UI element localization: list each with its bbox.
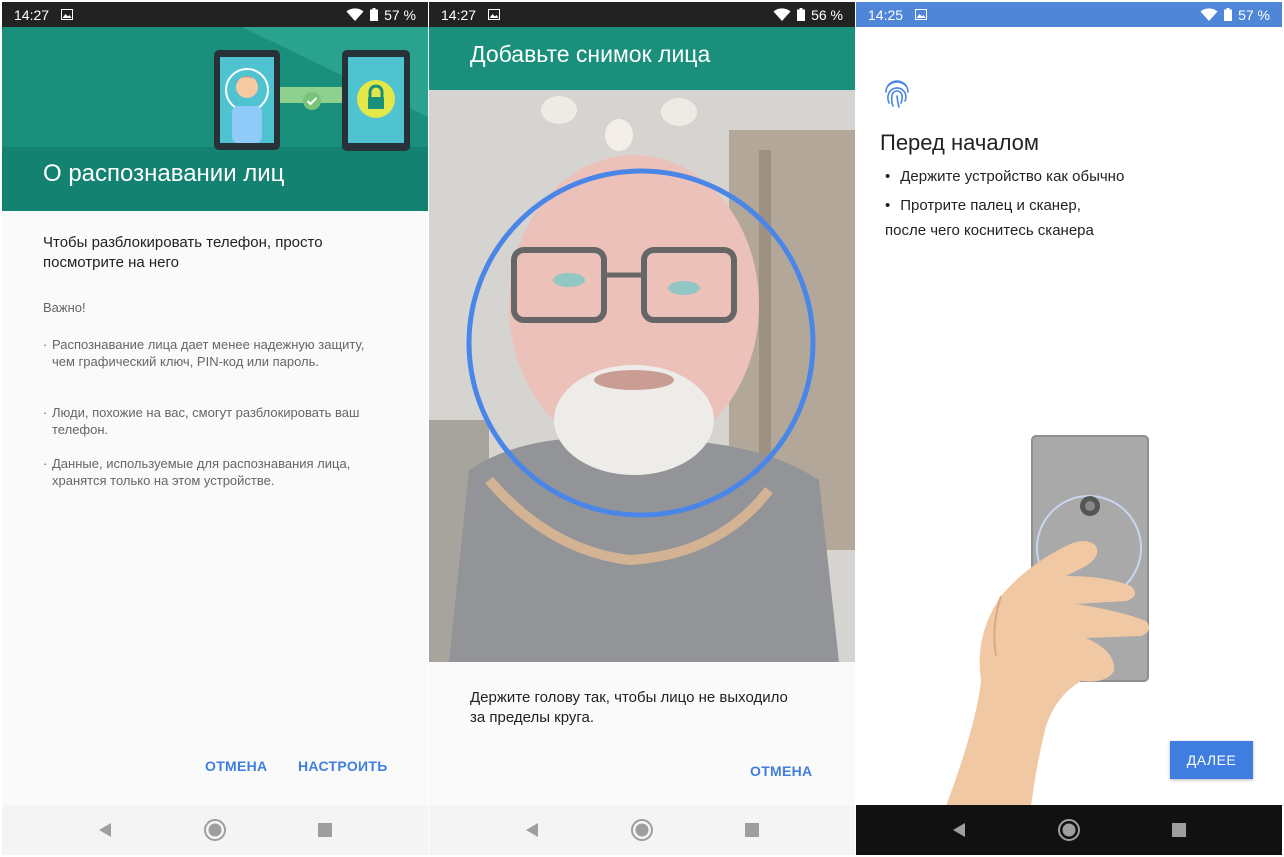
fingerprint-icon	[885, 80, 909, 108]
gallery-icon	[488, 9, 501, 20]
next-button[interactable]: ДАЛЕЕ	[1170, 741, 1253, 779]
home-icon[interactable]	[630, 818, 654, 842]
status-bar: 14:27 56 %	[429, 2, 855, 27]
recents-icon[interactable]	[317, 822, 333, 838]
camera-feed-image	[429, 90, 855, 662]
cancel-button[interactable]: ОТМЕНА	[750, 763, 812, 779]
warning-item: Данные, используемые для распознавания л…	[43, 455, 383, 489]
wifi-icon	[346, 7, 364, 21]
status-bar: 14:25 57 %	[856, 2, 1282, 27]
page-title: Добавьте снимок лица	[470, 41, 711, 67]
battery-level: 57 %	[1238, 6, 1270, 23]
cancel-button[interactable]: ОТМЕНА	[205, 758, 267, 774]
recents-icon[interactable]	[744, 822, 760, 838]
status-time: 14:27	[14, 6, 50, 23]
battery-icon	[1224, 8, 1233, 21]
warning-item: Люди, похожие на вас, смогут разблокиров…	[43, 404, 383, 438]
status-time: 14:25	[868, 6, 904, 23]
navigation-bar	[429, 805, 855, 855]
home-icon[interactable]	[1057, 818, 1081, 842]
battery-level: 57 %	[384, 6, 416, 23]
recents-icon[interactable]	[1171, 822, 1187, 838]
battery-icon	[370, 8, 379, 21]
instruction-item: • Держите устройство как обычно	[885, 168, 1125, 185]
battery-level: 56 %	[811, 6, 843, 23]
navigation-bar	[2, 805, 428, 855]
check-icon	[303, 92, 321, 110]
gallery-icon	[915, 9, 928, 20]
header: Добавьте снимок лица	[429, 27, 855, 90]
intro-text: Чтобы разблокировать телефон, просто пос…	[43, 234, 323, 271]
setup-button[interactable]: НАСТРОИТЬ	[298, 758, 388, 774]
status-bar: 14:27 57 %	[2, 2, 428, 27]
instruction-text: Держите голову так, чтобы лицо не выходи…	[470, 689, 788, 726]
lock-icon	[357, 80, 395, 118]
home-icon[interactable]	[203, 818, 227, 842]
battery-icon	[797, 8, 806, 21]
face-unlock-intro-screen: 14:27 57 % О распознавании лиц Чтобы раз…	[2, 2, 428, 855]
status-time: 14:27	[441, 6, 477, 23]
face-capture-screen: 14:27 56 % Добавьте снимок лица Держите …	[429, 2, 855, 855]
back-icon[interactable]	[524, 822, 540, 838]
wifi-icon	[773, 7, 791, 21]
fingerprint-setup-screen: 14:25 57 % Перед началом • Держите устрой…	[856, 2, 1282, 855]
page-title: Перед началом	[880, 130, 1040, 155]
navigation-bar	[856, 805, 1282, 855]
instruction-item: • Протрите палец и сканер,	[885, 197, 1081, 214]
camera-preview	[429, 90, 855, 662]
important-label: Важно!	[43, 300, 86, 315]
back-icon[interactable]	[951, 822, 967, 838]
hero-banner: О распознавании лиц	[2, 27, 428, 211]
page-title: О распознавании лиц	[43, 160, 285, 187]
instruction-continuation: после чего коснитесь сканера	[885, 222, 1094, 239]
back-icon[interactable]	[97, 822, 113, 838]
wifi-icon	[1200, 7, 1218, 21]
gallery-icon	[61, 9, 74, 20]
warning-item: Распознавание лица дает менее надежную з…	[43, 336, 383, 370]
